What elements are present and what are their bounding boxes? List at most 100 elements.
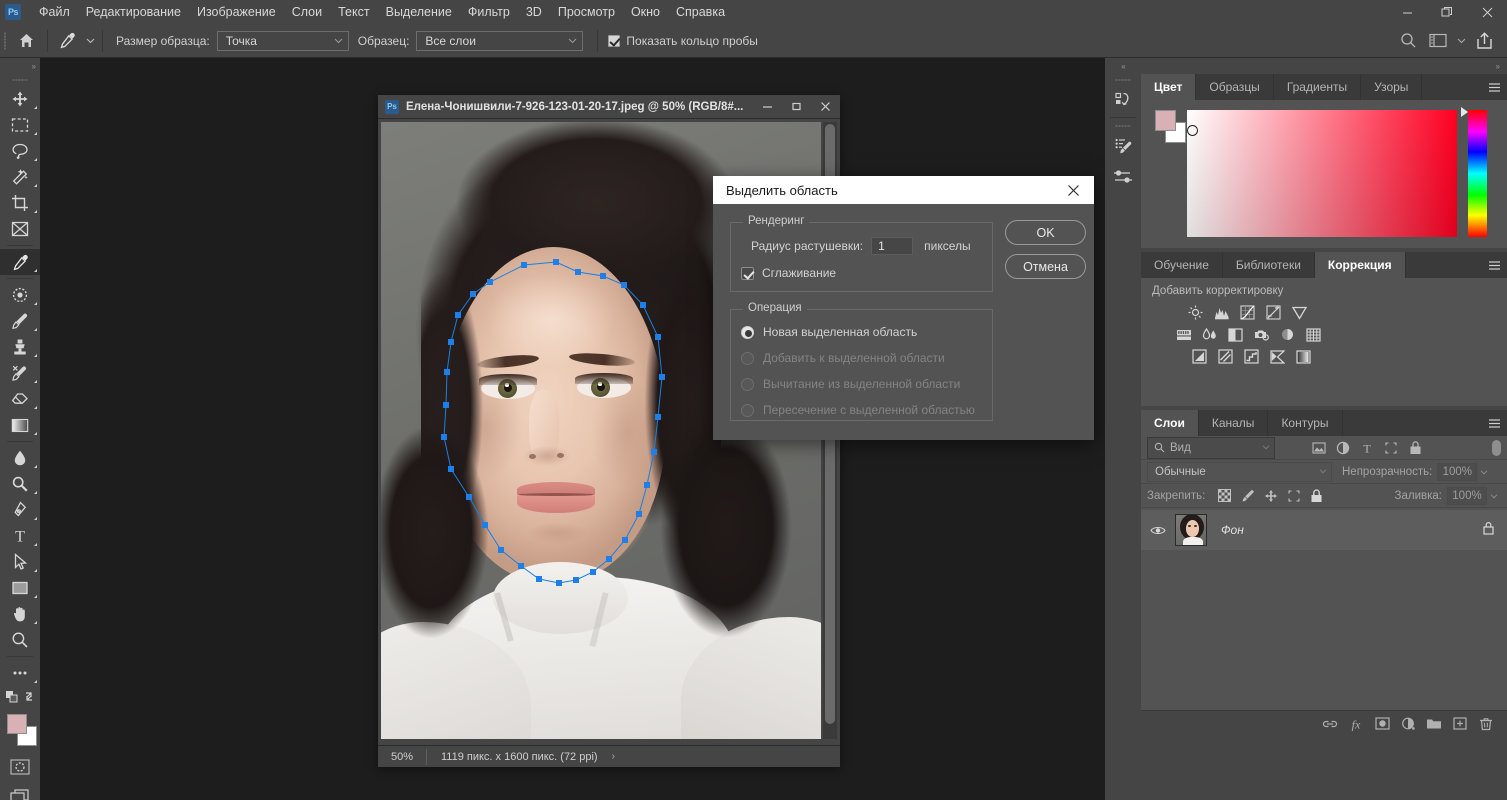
posterize-icon[interactable]	[1217, 348, 1234, 365]
zoom-tool[interactable]	[0, 627, 40, 653]
gradient-tool[interactable]	[0, 412, 40, 438]
opacity-value[interactable]: 100%	[1437, 462, 1478, 481]
history-icon[interactable]	[1105, 85, 1141, 115]
hue-slider[interactable]	[1468, 110, 1487, 237]
close-icon[interactable]	[1060, 177, 1086, 203]
menu-item-file[interactable]: Файл	[31, 2, 78, 22]
menu-item-filter[interactable]: Фильтр	[460, 2, 518, 22]
type-filter-icon[interactable]: T	[1355, 437, 1379, 459]
vibrance-icon[interactable]	[1291, 304, 1308, 321]
layer-thumbnail[interactable]	[1175, 514, 1207, 546]
cancel-button[interactable]: Отмена	[1005, 254, 1086, 279]
menu-item-select[interactable]: Выделение	[378, 2, 460, 22]
window-minimize-icon[interactable]	[1387, 0, 1427, 24]
eyedropper-tool[interactable]	[0, 249, 40, 275]
blend-mode-select[interactable]: Обычные	[1147, 461, 1332, 482]
lock-artboard-icon[interactable]	[1282, 486, 1305, 506]
menu-item-text[interactable]: Текст	[330, 2, 377, 22]
levels-icon[interactable]	[1213, 304, 1230, 321]
channel-mixer-icon[interactable]	[1279, 326, 1296, 343]
brush-settings-icon[interactable]	[1105, 131, 1141, 161]
link-layers-icon[interactable]	[1317, 711, 1343, 737]
selective-color-icon[interactable]	[1295, 348, 1312, 365]
dock-group-grip[interactable]	[1105, 74, 1141, 85]
tab-swatches[interactable]: Образцы	[1196, 74, 1274, 100]
fill-value[interactable]: 100%	[1447, 486, 1487, 505]
dock-expand-icon[interactable]: »	[1141, 58, 1507, 74]
filter-toggle-switch[interactable]	[1492, 439, 1501, 456]
lasso-tool[interactable]	[0, 138, 40, 164]
options-bar-grip[interactable]	[0, 24, 9, 58]
layer-filter-select[interactable]: Вид	[1147, 436, 1275, 459]
lock-position-icon[interactable]	[1259, 486, 1282, 506]
hand-tool[interactable]	[0, 601, 40, 627]
menu-item-edit[interactable]: Редактирование	[78, 2, 189, 22]
layer-style-fx-icon[interactable]: fx	[1343, 711, 1369, 737]
magic-wand-tool[interactable]	[0, 164, 40, 190]
home-icon[interactable]	[9, 24, 43, 58]
pixel-filter-icon[interactable]	[1307, 437, 1331, 459]
photo-filter-icon[interactable]	[1253, 326, 1270, 343]
color-balance-icon[interactable]	[1201, 326, 1218, 343]
lock-all-icon[interactable]	[1305, 486, 1328, 506]
tab-adjustments[interactable]: Коррекция	[1314, 252, 1406, 278]
properties-icon[interactable]	[1105, 161, 1141, 191]
tab-learn[interactable]: Обучение	[1141, 252, 1223, 278]
tab-paths[interactable]: Контуры	[1268, 410, 1343, 436]
tab-color[interactable]: Цвет	[1141, 74, 1197, 100]
menu-item-image[interactable]: Изображение	[189, 2, 284, 22]
toolbar-collapse-icon[interactable]: »	[0, 58, 40, 74]
tab-channels[interactable]: Каналы	[1199, 410, 1269, 436]
ok-button[interactable]: OK	[1005, 220, 1086, 245]
screen-mode-icon[interactable]	[0, 782, 40, 800]
black-white-icon[interactable]	[1227, 326, 1244, 343]
window-close-icon[interactable]	[1467, 0, 1507, 24]
move-tool[interactable]	[0, 86, 40, 112]
type-tool[interactable]: T	[0, 523, 40, 549]
sample-select[interactable]: Все слои	[416, 30, 584, 51]
tab-libraries[interactable]: Библиотеки	[1223, 252, 1315, 278]
dodge-tool[interactable]	[0, 471, 40, 497]
blur-tool[interactable]	[0, 445, 40, 471]
gradient-map-icon[interactable]	[1269, 348, 1286, 365]
status-expand-icon[interactable]: ›	[612, 751, 615, 762]
invert-icon[interactable]	[1191, 348, 1208, 365]
lock-image-icon[interactable]	[1236, 486, 1259, 506]
share-icon[interactable]	[1469, 26, 1499, 56]
layer-name[interactable]: Фон	[1221, 523, 1244, 537]
color-spectrum-field[interactable]	[1187, 110, 1457, 237]
crop-tool[interactable]	[0, 190, 40, 216]
threshold-icon[interactable]	[1243, 348, 1260, 365]
tool-preset-chevron-down-icon[interactable]	[82, 26, 98, 56]
edit-toolbar-tool[interactable]	[0, 660, 40, 686]
zoom-level[interactable]: 50%	[378, 751, 426, 763]
panel-menu-icon[interactable]	[1481, 252, 1507, 278]
toolbar-grip[interactable]	[0, 74, 40, 86]
tab-patterns[interactable]: Узоры	[1361, 74, 1423, 100]
panel-menu-icon[interactable]	[1481, 410, 1507, 436]
frame-tool[interactable]	[0, 216, 40, 242]
layer-visibility-eye-icon[interactable]	[1141, 525, 1175, 536]
window-restore-icon[interactable]	[1427, 0, 1467, 24]
rectangular-marquee-tool[interactable]	[0, 112, 40, 138]
workspace-chevron-down-icon[interactable]	[1453, 26, 1469, 56]
eraser-tool[interactable]	[0, 386, 40, 412]
opacity-chevron-down-icon[interactable]	[1477, 463, 1491, 481]
color-panel-foreground-swatch[interactable]	[1155, 110, 1176, 131]
path-selection-tool[interactable]	[0, 549, 40, 575]
dock-group-grip[interactable]	[1105, 120, 1141, 131]
lock-transparency-icon[interactable]	[1213, 486, 1236, 506]
sample-size-select[interactable]: Точка	[216, 30, 349, 51]
menu-item-help[interactable]: Справка	[668, 2, 733, 22]
default-colors-and-swap[interactable]	[0, 686, 40, 708]
menu-item-window[interactable]: Окно	[623, 2, 668, 22]
tab-layers[interactable]: Слои	[1141, 410, 1199, 436]
clone-stamp-tool[interactable]	[0, 334, 40, 360]
shape-filter-icon[interactable]	[1379, 437, 1403, 459]
smart-object-filter-icon[interactable]	[1403, 437, 1427, 459]
delete-layer-icon[interactable]	[1473, 711, 1499, 737]
menu-item-layers[interactable]: Слои	[284, 2, 330, 22]
adjustment-filter-icon[interactable]	[1331, 437, 1355, 459]
search-icon[interactable]	[1393, 26, 1423, 56]
panel-menu-icon[interactable]	[1481, 74, 1507, 100]
